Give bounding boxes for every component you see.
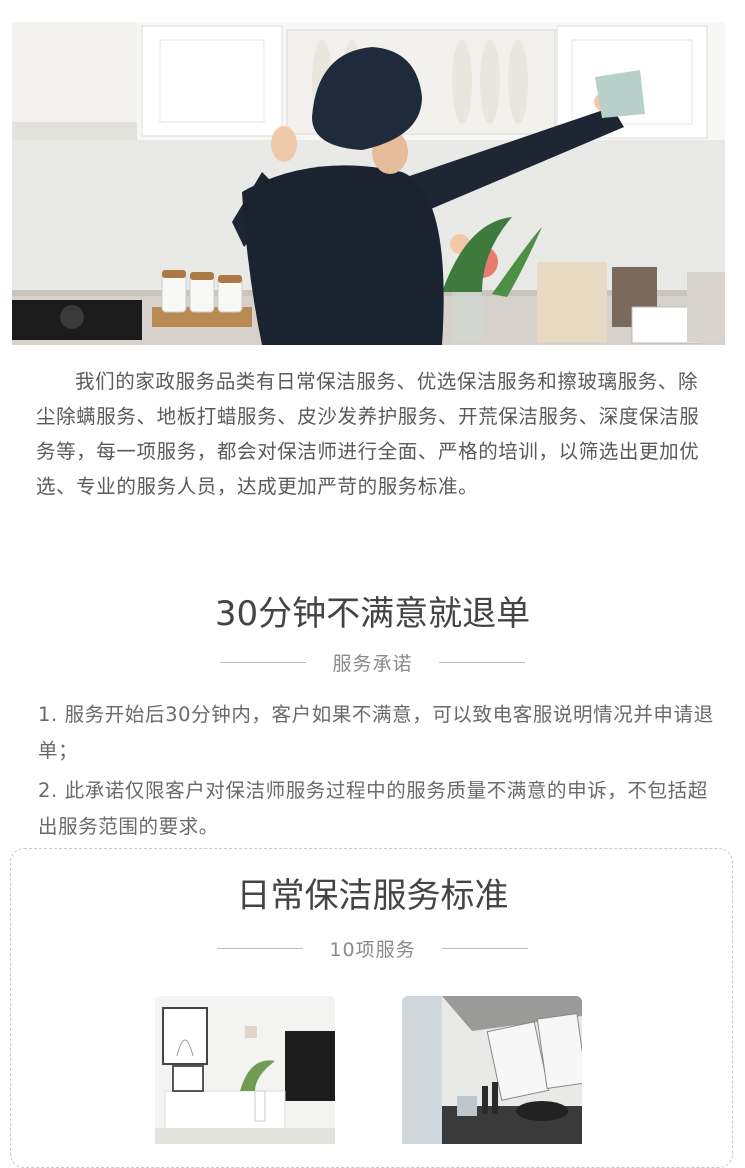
- hero-photo-cleaner-wiping-cabinet: [12, 22, 725, 345]
- divider-line-right: [441, 947, 528, 949]
- divider-line-left: [220, 661, 307, 663]
- guarantee-item-1: 1. 服务开始后30分钟内，客户如果不满意，可以致电客服说明情况并申请退单；: [38, 703, 714, 762]
- guarantee-subtitle-row: 服务承诺: [0, 647, 745, 677]
- living-room-photo[interactable]: [155, 996, 335, 1144]
- standard-title: 日常保洁服务标准: [236, 876, 509, 916]
- standard-subtitle-row: 10项服务: [0, 933, 745, 963]
- intro-paragraph: 我们的家政服务品类有日常保洁服务、优选保洁服务和擦玻璃服务、除尘除螨服务、地板打…: [36, 370, 700, 498]
- guarantee-subtitle: 服务承诺: [332, 652, 413, 675]
- standard-subtitle: 10项服务: [329, 938, 416, 961]
- guarantee-title: 30分钟不满意就退单: [214, 594, 531, 634]
- divider-line-left: [217, 947, 304, 949]
- divider-line-right: [438, 661, 525, 663]
- guarantee-item-2: 2. 此承诺仅限客户对保洁师服务过程中的服务质量不满意的申诉，不包括超出服务范围…: [38, 779, 708, 838]
- guarantee-list: 1. 服务开始后30分钟内，客户如果不满意，可以致电客服说明情况并申请退单； 2…: [38, 697, 718, 849]
- kitchen-photo[interactable]: [402, 996, 582, 1144]
